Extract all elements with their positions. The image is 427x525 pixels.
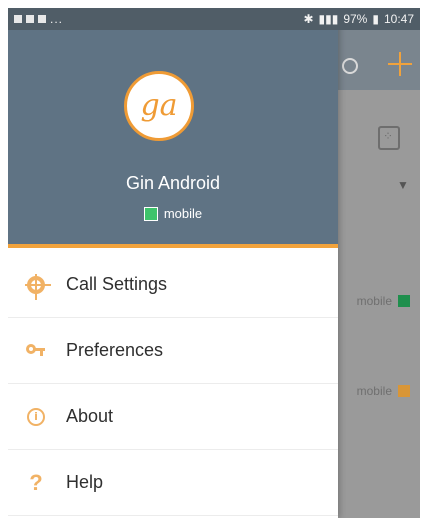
background-list-item: mobile <box>357 294 410 308</box>
search-icon[interactable] <box>342 58 358 74</box>
gear-icon <box>22 273 51 300</box>
battery-percent: 97% <box>343 12 368 26</box>
bluetooth-icon: ✱ <box>303 12 314 26</box>
menu-item-help[interactable]: ? Help <box>8 450 338 516</box>
image-icon <box>38 15 46 23</box>
chevron-down-icon[interactable]: ▼ <box>397 178 409 192</box>
help-icon: ? <box>29 469 43 495</box>
navigation-drawer: ga Gin Android mobile Call Settings Pref… <box>8 8 338 518</box>
background-list-item: mobile <box>357 384 410 398</box>
menu-item-label: Help <box>66 472 104 492</box>
message-icon <box>26 15 34 23</box>
menu-item-about[interactable]: i About <box>8 384 338 450</box>
menu-item-label: Preferences <box>66 340 164 360</box>
status-right: ✱ ▮▮▮ 97% ▮ 10:47 <box>303 8 414 30</box>
status-indicator <box>398 295 410 307</box>
menu-item-label: Call Settings <box>66 274 168 294</box>
menu-item-label: About <box>66 406 114 426</box>
account-status: mobile <box>8 206 338 221</box>
drawer-header: ga Gin Android mobile <box>8 8 338 248</box>
background-status-text: mobile <box>356 384 392 398</box>
status-left: ... <box>14 8 63 30</box>
key-icon <box>22 343 50 358</box>
status-indicator <box>143 206 158 221</box>
drawer-menu: Call Settings Preferences i About ? Help <box>8 252 338 516</box>
avatar-initials: ga <box>140 88 178 123</box>
status-indicator <box>398 385 410 397</box>
phone-screen: ... ✱ ▮▮▮ 97% ▮ 10:47 ▼ mobile mobile ga <box>8 8 420 518</box>
more-notifications: ... <box>50 12 64 26</box>
status-time: 10:47 <box>383 12 414 26</box>
menu-item-preferences[interactable]: Preferences <box>8 318 338 384</box>
info-icon: i <box>22 407 50 426</box>
status-bar: ... ✱ ▮▮▮ 97% ▮ 10:47 <box>8 8 420 30</box>
notification-icon <box>14 15 22 23</box>
add-icon[interactable] <box>388 52 412 76</box>
organization-icon[interactable] <box>378 126 400 150</box>
signal-icon: ▮▮▮ <box>318 12 339 26</box>
status-label: mobile <box>163 206 203 221</box>
background-status-text: mobile <box>356 294 392 308</box>
account-name: Gin Android <box>125 173 221 193</box>
avatar[interactable]: ga <box>124 71 194 141</box>
menu-item-call-settings[interactable]: Call Settings <box>8 252 338 318</box>
battery-icon: ▮ <box>372 12 379 26</box>
